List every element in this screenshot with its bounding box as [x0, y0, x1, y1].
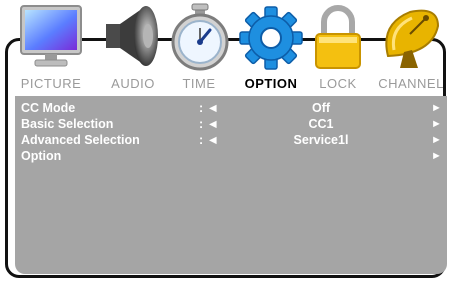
setting-row-cc-mode[interactable]: CC Mode : ◄ Off ►	[15, 100, 447, 116]
option-settings-panel: CC Mode : ◄ Off ► Basic Selection : ◄ CC…	[15, 96, 447, 274]
setting-row-basic-selection[interactable]: Basic Selection : ◄ CC1 ►	[15, 116, 447, 132]
setting-name: CC Mode	[21, 101, 76, 115]
padlock-icon	[307, 0, 369, 74]
tab-picture-label: PICTURE	[20, 76, 82, 91]
menu-tab-bar: PICTURE AUDIO TIME OPTION LOCK CHANNEL	[0, 0, 453, 100]
tab-channel-label: CHANNEL	[378, 76, 444, 91]
gear-icon	[236, 0, 306, 74]
left-arrow-icon[interactable]: : ◄	[199, 100, 219, 116]
right-arrow-icon[interactable]: ►	[431, 100, 442, 116]
speaker-icon	[98, 0, 168, 74]
tab-time-label: TIME	[182, 76, 216, 91]
setting-row-advanced-selection[interactable]: Advanced Selection : ◄ Service1l ►	[15, 132, 447, 148]
tab-picture[interactable]: PICTURE	[15, 0, 87, 96]
left-arrow-icon[interactable]: : ◄	[199, 116, 219, 132]
tab-option-label: OPTION	[244, 76, 298, 91]
left-arrow-icon[interactable]: : ◄	[199, 132, 219, 148]
right-arrow-icon[interactable]: ►	[431, 148, 442, 164]
setting-value: Service1l	[293, 133, 349, 147]
right-arrow-icon[interactable]: ►	[431, 132, 442, 148]
tab-lock[interactable]: LOCK	[307, 0, 369, 96]
setting-value: Off	[311, 101, 331, 115]
setting-name: Option	[21, 149, 62, 163]
tab-channel[interactable]: CHANNEL	[374, 0, 448, 96]
tab-lock-label: LOCK	[319, 76, 357, 91]
tab-option[interactable]: OPTION	[236, 0, 306, 96]
setting-name: Advanced Selection	[21, 133, 140, 147]
monitor-icon	[15, 0, 87, 74]
setting-row-option[interactable]: Option ►	[15, 148, 447, 164]
tab-audio[interactable]: AUDIO	[98, 0, 168, 96]
tab-time[interactable]: TIME	[168, 0, 230, 96]
setting-value: CC1	[308, 117, 334, 131]
tab-audio-label: AUDIO	[111, 76, 155, 91]
right-arrow-icon[interactable]: ►	[431, 116, 442, 132]
setting-name: Basic Selection	[21, 117, 114, 131]
stopwatch-icon	[168, 0, 230, 74]
satellite-dish-icon	[374, 0, 448, 74]
